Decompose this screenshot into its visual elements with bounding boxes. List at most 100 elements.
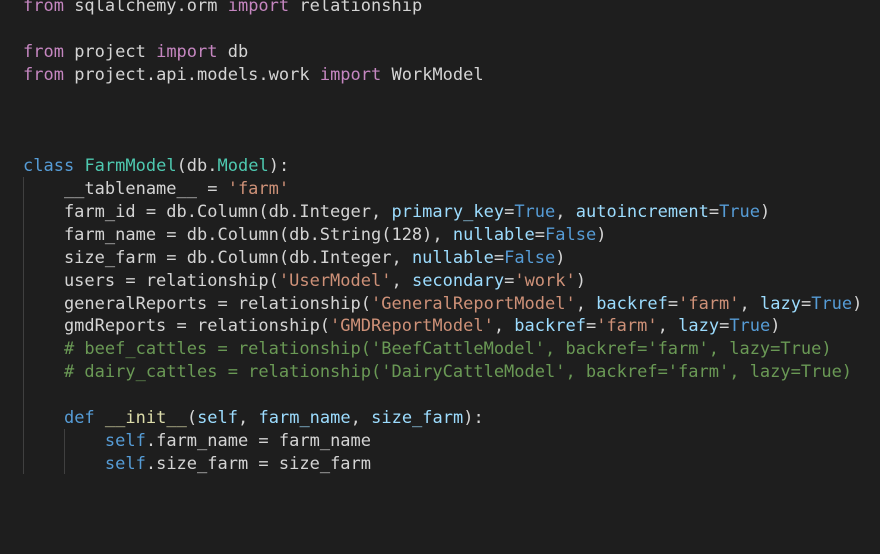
code-line[interactable]: users = relationship('UserModel', second…	[23, 270, 862, 293]
code-token: ,	[657, 316, 679, 337]
code-token: =	[493, 247, 505, 268]
code-token: )	[575, 270, 586, 291]
code-token: True	[514, 202, 556, 223]
code-token: =	[504, 270, 515, 291]
code-token: # dairy_cattles = relationship('DairyCat…	[63, 362, 853, 383]
code-token: import	[227, 0, 290, 16]
code-line[interactable]: size_farm = db.Column(db.Integer, nullab…	[23, 247, 862, 270]
code-token: lazy	[678, 316, 720, 337]
code-token: from	[23, 41, 64, 62]
code-token: primary_key	[391, 202, 505, 223]
code-token: .size_farm = size_farm	[145, 453, 372, 474]
code-token: )	[555, 247, 566, 268]
code-line[interactable]	[23, 87, 862, 110]
code-token: self	[104, 430, 146, 451]
code-token: =	[534, 224, 546, 245]
code-line[interactable]: self.size_farm = size_farm	[23, 453, 862, 476]
code-token: )	[770, 316, 781, 337]
code-token: =	[800, 293, 812, 314]
code-token: ):	[268, 156, 290, 177]
code-token: class	[23, 156, 75, 177]
code-token: from	[23, 0, 64, 16]
code-token: 'GeneralReportModel'	[371, 293, 576, 314]
code-token: True	[719, 202, 761, 223]
code-line[interactable]	[23, 384, 862, 407]
code-line[interactable]: generalReports = relationship('GeneralRe…	[23, 293, 862, 316]
code-token: =	[504, 202, 515, 223]
code-token: ,	[555, 202, 576, 223]
code-line[interactable]: # beef_cattles = relationship('BeefCattl…	[23, 338, 862, 361]
code-token: True	[811, 293, 853, 314]
code-token: self	[104, 453, 146, 474]
code-line[interactable]: self.farm_name = farm_name	[23, 430, 862, 453]
code-token: ,	[391, 270, 412, 291]
code-token: )	[596, 224, 607, 245]
code-token: 'UserModel'	[278, 270, 392, 291]
code-token: project	[63, 41, 157, 62]
code-line[interactable]: class FarmModel(db.Model):	[23, 155, 862, 178]
code-token: farm_id = db.Column(db.Integer,	[23, 202, 392, 223]
code-line[interactable]: from sqlalchemy.orm import relationship	[23, 0, 862, 18]
code-token: ,	[739, 293, 760, 314]
code-line[interactable]: farm_name = db.Column(db.String(128), nu…	[23, 224, 862, 247]
code-line[interactable]: from project import db	[23, 41, 862, 64]
code-token: )	[852, 293, 863, 314]
code-token: generalReports = relationship(	[23, 293, 371, 314]
code-token: secondary	[411, 270, 505, 291]
code-token: .farm_name = farm_name	[145, 430, 372, 451]
code-lines[interactable]: from sqlalchemy.orm import relationship …	[23, 0, 862, 476]
code-token: import	[156, 41, 218, 62]
code-line[interactable]	[23, 18, 862, 41]
code-token: __tablename__ =	[23, 179, 228, 200]
code-token: =	[708, 202, 720, 223]
code-token: False	[504, 247, 556, 268]
code-line[interactable]: from project.api.models.work import Work…	[23, 64, 862, 87]
code-token: size_farm = db.Column(db.Integer,	[23, 247, 412, 268]
code-token: project.api.models.work	[63, 64, 320, 85]
code-token: import	[319, 64, 382, 85]
code-line[interactable]: # dairy_cattles = relationship('DairyCat…	[23, 361, 862, 384]
code-token: )	[760, 202, 771, 223]
code-token: nullable	[411, 247, 494, 268]
code-line[interactable]: def __init__(self, farm_name, size_farm)…	[23, 407, 862, 430]
code-token: ,	[350, 408, 372, 429]
code-token: (	[186, 408, 198, 429]
code-token: backref	[596, 293, 668, 314]
code-token: False	[545, 224, 597, 245]
code-token: =	[667, 293, 679, 314]
code-line[interactable]	[23, 132, 862, 155]
code-token: ,	[493, 316, 515, 337]
code-token: ):	[463, 408, 484, 429]
code-token: size_farm	[371, 408, 464, 429]
code-token: 'farm'	[678, 293, 740, 314]
code-token: 'work'	[514, 270, 576, 291]
code-token: self	[197, 408, 239, 429]
code-line[interactable]	[23, 109, 862, 132]
code-token: True	[729, 316, 771, 337]
code-token: relationship	[289, 0, 423, 16]
code-token: def	[63, 408, 95, 429]
code-token: farm_name	[258, 408, 351, 429]
code-token: FarmModel	[84, 156, 177, 177]
code-line[interactable]: gmdReports = relationship('GMDReportMode…	[23, 315, 862, 338]
code-token: gmdReports = relationship(	[23, 316, 331, 337]
code-token: 'GMDReportModel'	[330, 316, 494, 337]
code-token: (db.	[176, 156, 218, 177]
code-editor[interactable]: from sqlalchemy.orm import relationship …	[0, 0, 880, 554]
code-token: WorkModel	[381, 64, 484, 85]
code-token: =	[719, 316, 730, 337]
code-line[interactable]: __tablename__ = 'farm'	[23, 178, 862, 201]
code-token: __init__	[104, 408, 187, 429]
code-token: autoincrement	[575, 202, 709, 223]
code-token: ,	[575, 293, 597, 314]
code-line[interactable]: farm_id = db.Column(db.Integer, primary_…	[23, 201, 862, 224]
code-token: ,	[238, 408, 259, 429]
code-token: nullable	[452, 224, 535, 245]
code-token: backref	[514, 316, 586, 337]
